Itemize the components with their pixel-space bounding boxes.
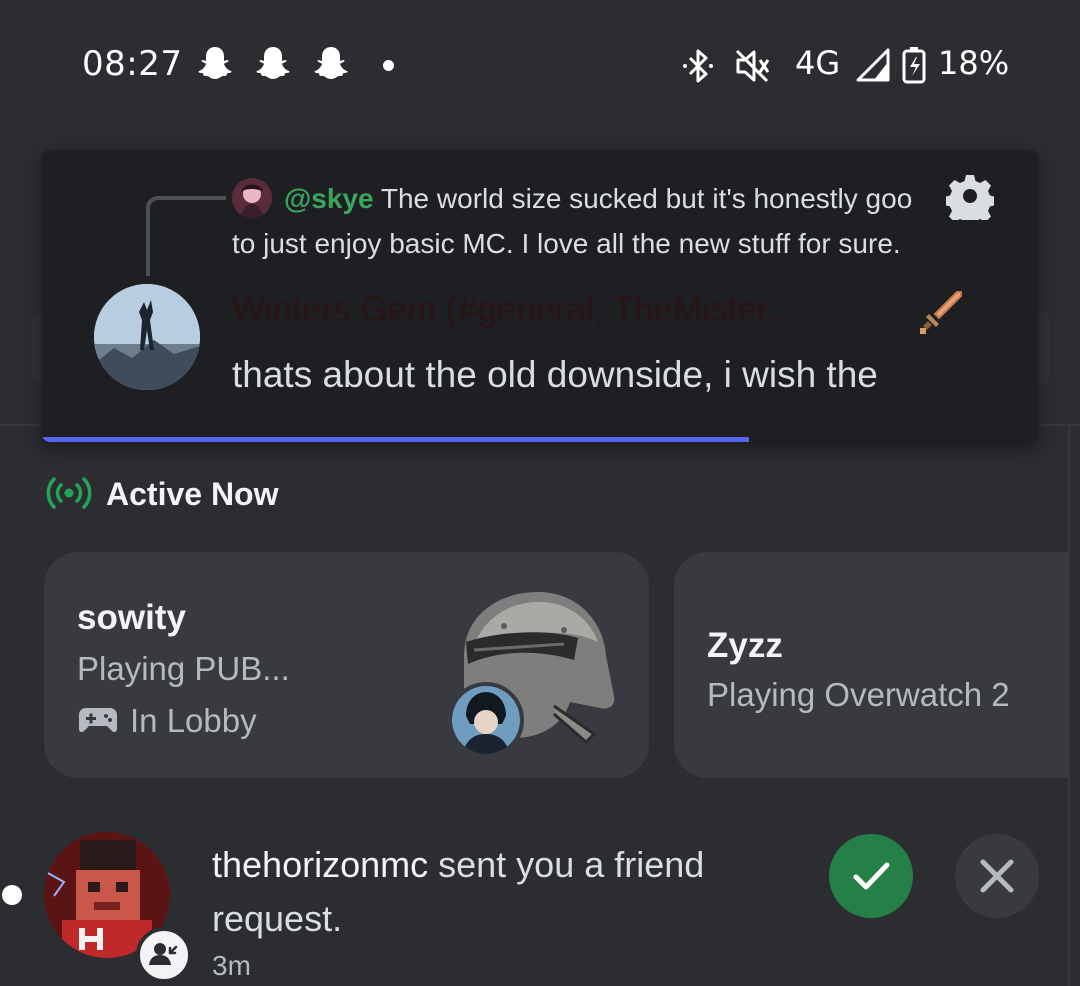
battery-charging-icon [902,47,926,84]
incoming-request-icon [136,927,192,983]
status-bar: 08:27 4G 18% [0,0,1080,130]
sword-icon [920,291,962,334]
friend-request-username: thehorizonmc [212,844,429,885]
friend-request-text: thehorizonmc sent you a friend request. [212,838,732,946]
check-icon [853,862,890,890]
author-name: Winters Gem (#general, TheMister... [232,290,796,329]
network-type: 4G [795,44,841,82]
message-text: thats about the old downside, i wish the [232,354,878,395]
snapchat-icon [314,47,348,79]
notification-timer-track [42,437,1038,442]
author-avatar [94,284,200,390]
bluetooth-icon [683,49,713,83]
decline-request-button[interactable] [955,834,1039,918]
accept-request-button[interactable] [829,834,913,918]
more-notifications-dot-icon [383,60,394,71]
message-notification[interactable]: @skye The world size sucked but it's hon… [42,150,1038,442]
active-now-card[interactable]: Zyzz Playing Overwatch 2 [674,552,1080,778]
gear-icon[interactable] [946,172,994,220]
gamepad-icon [79,708,117,733]
unread-dot [2,885,22,905]
active-now-card[interactable]: sowity Playing PUB... In Lobby [44,552,649,778]
card-username: sowity [77,598,186,637]
reply-connector [146,196,226,276]
reply-mention: @skye [284,183,374,214]
status-time: 08:27 [82,44,183,84]
active-now-title: Active Now [106,476,279,512]
active-now-icon [46,477,92,509]
mute-icon [735,49,770,83]
scrollbar [1068,426,1080,986]
card-username: Zyzz [707,626,783,665]
notification-timer-bar [42,437,750,442]
friend-request-time: 3m [212,950,251,981]
snapchat-icon [256,47,290,79]
close-icon [980,859,1014,893]
reply-text-line2: to just enjoy basic MC. I love all the n… [232,228,901,259]
card-activity: Playing Overwatch 2 [707,676,1010,713]
user-mini-avatar [448,682,524,758]
snapchat-icon [198,47,232,79]
card-status: In Lobby [130,702,257,739]
reply-preview: @skye The world size sucked but it's hon… [232,176,972,266]
battery-percent: 18% [938,44,1010,82]
card-activity: Playing PUB... [77,650,290,687]
signal-icon [856,48,890,82]
reply-text: The world size sucked but it's honestly … [380,183,913,214]
